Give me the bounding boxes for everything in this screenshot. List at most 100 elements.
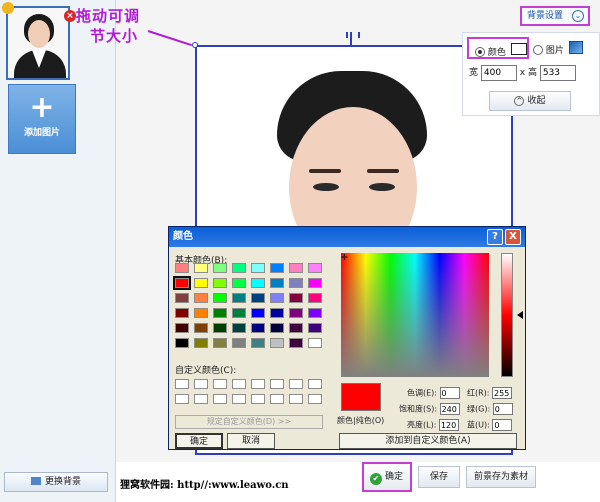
custom-color-swatch[interactable] <box>289 379 303 389</box>
basic-color-swatch[interactable] <box>308 293 322 303</box>
basic-color-swatch[interactable] <box>270 263 284 273</box>
basic-color-swatch[interactable] <box>173 276 191 290</box>
custom-color-swatch[interactable] <box>232 379 246 389</box>
blue-input[interactable] <box>492 419 513 431</box>
color-swatch-button[interactable] <box>511 43 527 55</box>
confirm-button[interactable]: ✔ 确定 <box>362 462 412 492</box>
basic-color-swatch[interactable] <box>213 278 227 288</box>
basic-color-swatch[interactable] <box>251 293 265 303</box>
basic-color-swatch[interactable] <box>213 293 227 303</box>
basic-color-swatch[interactable] <box>289 293 303 303</box>
resize-hint-line1: 拖动可调 <box>76 7 141 25</box>
basic-color-swatch[interactable] <box>270 323 284 333</box>
custom-color-swatch[interactable] <box>289 394 303 404</box>
close-icon[interactable]: X <box>505 229 521 245</box>
basic-color-swatch[interactable] <box>175 263 189 273</box>
basic-color-swatch[interactable] <box>232 293 246 303</box>
basic-color-swatch[interactable] <box>175 308 189 318</box>
saturation-input[interactable] <box>439 403 460 415</box>
custom-color-swatch[interactable] <box>308 379 322 389</box>
basic-color-swatch[interactable] <box>194 293 208 303</box>
photo-eye-left <box>313 183 339 191</box>
color-radio[interactable] <box>475 47 485 57</box>
custom-color-swatch[interactable] <box>175 394 189 404</box>
check-icon: ✔ <box>370 473 382 485</box>
basic-color-swatch[interactable] <box>289 263 303 273</box>
basic-color-swatch[interactable] <box>213 263 227 273</box>
basic-color-swatch[interactable] <box>213 308 227 318</box>
basic-color-swatch[interactable] <box>308 308 322 318</box>
basic-color-swatch[interactable] <box>175 338 189 348</box>
basic-color-swatch[interactable] <box>270 293 284 303</box>
basic-color-swatch[interactable] <box>270 308 284 318</box>
height-input[interactable] <box>539 65 576 81</box>
basic-color-swatch[interactable] <box>251 323 265 333</box>
basic-color-swatch[interactable] <box>270 278 284 288</box>
resize-handle-top-left[interactable] <box>192 42 198 48</box>
dialog-titlebar[interactable]: 颜色 <box>169 227 525 247</box>
basic-color-swatch[interactable] <box>289 308 303 318</box>
add-to-custom-colors-button[interactable]: 添加到自定义颜色(A) <box>339 433 517 449</box>
change-background-button[interactable]: 更换背景 <box>4 472 108 492</box>
basic-color-swatch[interactable] <box>213 338 227 348</box>
green-input[interactable] <box>492 403 513 415</box>
background-settings-toggle[interactable]: 背景设置 ⌄ <box>520 6 590 26</box>
basic-color-swatch[interactable] <box>175 293 189 303</box>
basic-color-swatch[interactable] <box>232 263 246 273</box>
custom-color-swatch[interactable] <box>270 394 284 404</box>
help-icon[interactable]: ? <box>487 229 503 245</box>
basic-color-swatch[interactable] <box>232 308 246 318</box>
picture-browse-icon[interactable] <box>569 41 583 54</box>
basic-color-swatch[interactable] <box>194 278 208 288</box>
dialog-cancel-button[interactable]: 取消 <box>227 433 275 449</box>
collapse-button[interactable]: ^ 收起 <box>489 91 571 111</box>
luminance-slider[interactable] <box>501 253 513 377</box>
basic-color-swatch[interactable] <box>232 338 246 348</box>
basic-color-swatch[interactable] <box>213 323 227 333</box>
hue-input[interactable] <box>439 387 460 399</box>
basic-color-swatch[interactable] <box>251 278 265 288</box>
custom-color-swatch[interactable] <box>213 379 227 389</box>
basic-color-swatch[interactable] <box>289 278 303 288</box>
basic-color-swatch[interactable] <box>232 323 246 333</box>
luminance-input[interactable] <box>438 419 459 431</box>
basic-color-swatch[interactable] <box>289 323 303 333</box>
remove-photo-icon[interactable]: × <box>64 10 76 22</box>
add-picture-button[interactable]: + 添加图片 <box>8 84 76 154</box>
save-button[interactable]: 保存 <box>418 466 460 488</box>
basic-color-swatch[interactable] <box>251 263 265 273</box>
custom-color-swatch[interactable] <box>251 379 265 389</box>
luminance-arrow[interactable] <box>517 311 523 319</box>
basic-color-swatch[interactable] <box>194 323 208 333</box>
basic-color-swatch[interactable] <box>194 308 208 318</box>
picture-radio[interactable] <box>533 45 543 55</box>
red-input[interactable] <box>492 387 513 399</box>
custom-color-swatch[interactable] <box>308 394 322 404</box>
custom-color-swatch[interactable] <box>175 379 189 389</box>
basic-color-swatch[interactable] <box>194 338 208 348</box>
basic-color-swatch[interactable] <box>232 278 246 288</box>
basic-color-swatch[interactable] <box>308 278 322 288</box>
basic-color-swatch[interactable] <box>270 338 284 348</box>
basic-color-swatch[interactable] <box>308 338 322 348</box>
custom-color-swatch[interactable] <box>270 379 284 389</box>
custom-color-swatch[interactable] <box>251 394 265 404</box>
rotate-anchor[interactable] <box>346 32 360 46</box>
dialog-ok-button[interactable]: 确定 <box>175 433 223 449</box>
color-preview-label: 颜色|纯色(O) <box>337 416 385 425</box>
width-input[interactable] <box>480 65 517 81</box>
custom-color-swatch[interactable] <box>194 379 208 389</box>
basic-color-swatch[interactable] <box>308 323 322 333</box>
basic-color-swatch[interactable] <box>175 323 189 333</box>
basic-color-swatch[interactable] <box>308 263 322 273</box>
basic-color-swatch[interactable] <box>251 308 265 318</box>
basic-color-swatch[interactable] <box>251 338 265 348</box>
basic-color-swatch[interactable] <box>289 338 303 348</box>
save-as-asset-button[interactable]: 前景存为素材 <box>466 466 536 488</box>
custom-color-swatch[interactable] <box>194 394 208 404</box>
custom-color-swatch[interactable] <box>232 394 246 404</box>
photo-thumbnail[interactable] <box>6 6 70 80</box>
color-spectrum[interactable] <box>341 253 489 377</box>
custom-color-swatch[interactable] <box>213 394 227 404</box>
basic-color-swatch[interactable] <box>194 263 208 273</box>
